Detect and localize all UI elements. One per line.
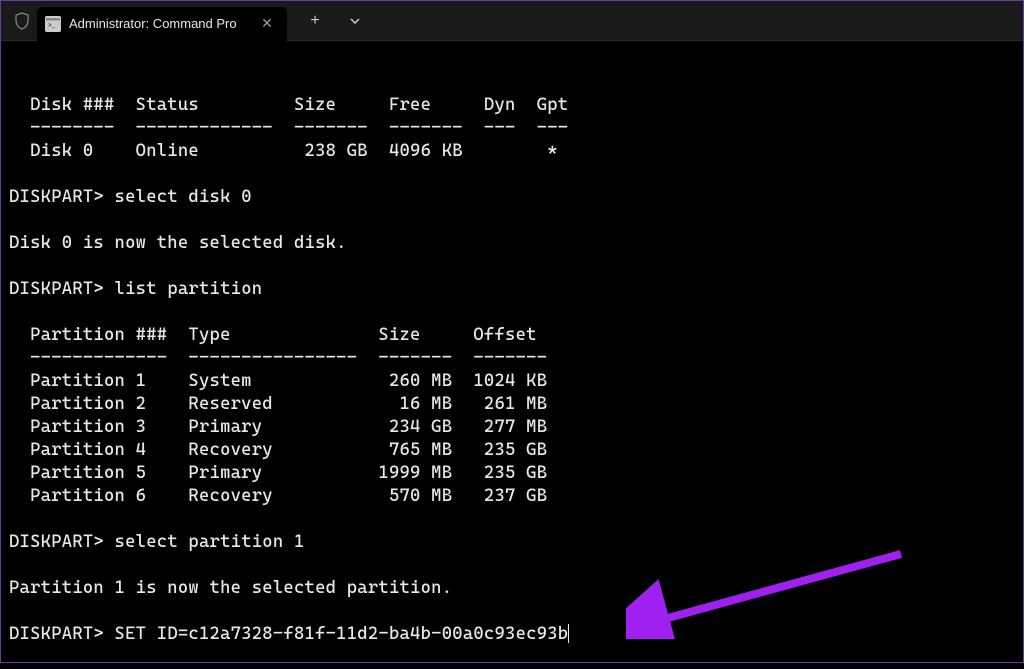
partition-row: Partition 3 Primary 234 GB 277 MB [9, 417, 547, 437]
text-cursor [568, 624, 569, 643]
partition-row: Partition 2 Reserved 16 MB 261 MB [9, 394, 547, 414]
command-select-disk: select disk 0 [115, 187, 252, 207]
tab-active[interactable]: >_ Administrator: Command Pro ✕ [37, 7, 287, 41]
partition-table-separator: ------------- ---------------- ------- -… [9, 348, 547, 368]
tab-dropdown-button[interactable] [337, 5, 373, 37]
partition-row: Partition 4 Recovery 765 MB 235 GB [9, 440, 547, 460]
terminal-icon: >_ [45, 16, 61, 32]
partition-row: Partition 1 System 260 MB 1024 KB [9, 371, 547, 391]
diskpart-prompt: DISKPART> [9, 532, 115, 552]
tab-title: Administrator: Command Pro [69, 16, 249, 31]
partition-row: Partition 5 Primary 1999 MB 235 GB [9, 463, 547, 483]
command-list-partition: list partition [115, 279, 263, 299]
response-partition-selected: Partition 1 is now the selected partitio… [9, 578, 452, 598]
new-tab-button[interactable]: + [297, 5, 333, 37]
disk-row: Disk 0 Online 238 GB 4096 KB * [9, 141, 558, 161]
partition-row: Partition 6 Recovery 570 MB 237 GB [9, 486, 547, 506]
diskpart-prompt: DISKPART> [9, 279, 115, 299]
terminal-output[interactable]: Disk ### Status Size Free Dyn Gpt ------… [1, 41, 1023, 669]
command-select-partition: select partition 1 [115, 532, 305, 552]
shield-icon [13, 12, 31, 30]
partition-table-header: Partition ### Type Size Offset [9, 325, 537, 345]
close-icon[interactable]: ✕ [257, 14, 277, 34]
response-disk-selected: Disk 0 is now the selected disk. [9, 233, 347, 253]
disk-table-separator: -------- ------------- ------- ------- -… [9, 118, 568, 138]
titlebar: >_ Administrator: Command Pro ✕ + [1, 1, 1023, 41]
command-set-id: SET ID=c12a7328-f81f-11d2-ba4b-00a0c93ec… [115, 624, 569, 644]
titlebar-actions: + [297, 5, 373, 37]
diskpart-prompt: DISKPART> [9, 187, 115, 207]
svg-text:>_: >_ [48, 22, 56, 29]
diskpart-prompt: DISKPART> [9, 624, 115, 644]
disk-table-header: Disk ### Status Size Free Dyn Gpt [9, 95, 568, 115]
